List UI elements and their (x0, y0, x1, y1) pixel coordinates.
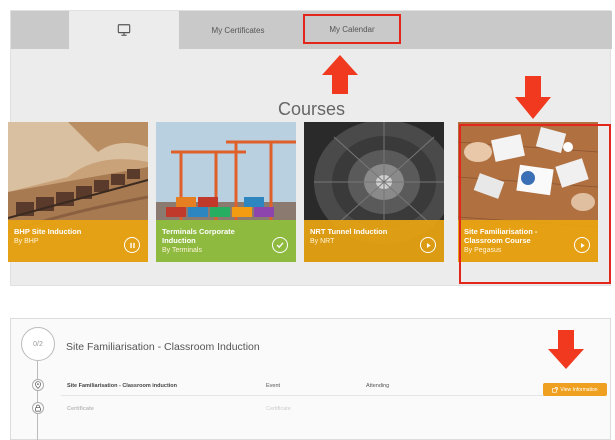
timeline-line (37, 361, 38, 440)
course-caption: NRT Tunnel Induction By NRT (304, 220, 444, 262)
course-card-nrt[interactable]: NRT Tunnel Induction By NRT (304, 122, 444, 262)
external-link-icon (552, 386, 559, 393)
annotation-arrow-up-shaft (332, 74, 348, 94)
tab-home[interactable] (69, 11, 179, 49)
annotation-highlight-box (459, 124, 611, 284)
list-item[interactable]: Site Familiarisation - Classroom inducti… (61, 376, 606, 396)
view-information-button[interactable]: View Information (543, 383, 607, 396)
course-detail-panel: 0/2 Site Familiarisation - Classroom Ind… (10, 318, 611, 440)
lock-icon (32, 402, 44, 414)
course-provider: By NRT (310, 238, 335, 245)
course-detail-heading: Site Familiarisation - Classroom Inducti… (66, 341, 260, 353)
item-type: Event (266, 382, 281, 389)
progress-indicator: 0/2 (21, 327, 55, 361)
course-card-bhp[interactable]: BHP Site Induction By BHP (8, 122, 148, 262)
tab-my-calendar[interactable]: My Calendar (303, 14, 401, 44)
list-item: Certificate Certificate (61, 399, 606, 419)
view-information-label: View Information (560, 386, 598, 393)
course-caption: BHP Site Induction By BHP (8, 220, 148, 262)
location-pin-icon (32, 379, 44, 391)
course-provider: By BHP (14, 238, 39, 245)
pause-icon[interactable] (124, 237, 140, 253)
tab-my-certificates[interactable]: My Certificates (179, 11, 297, 49)
course-title: NRT Tunnel Induction (310, 227, 388, 236)
tab-bar: My Certificates My Calendar (11, 11, 612, 49)
item-status: Attending (366, 382, 390, 389)
item-type: Certificate (266, 406, 291, 412)
course-title: BHP Site Induction (14, 227, 82, 236)
annotation-arrow-down-head (515, 97, 551, 119)
course-provider: By Terminals (162, 247, 202, 254)
play-icon[interactable] (420, 237, 436, 253)
annotation-arrow-up-head (322, 55, 358, 75)
item-name: Certificate (67, 406, 94, 412)
annotation-arrow-down-head (548, 349, 584, 369)
course-caption: Terminals Corporate Induction By Termina… (156, 220, 296, 262)
course-title: Terminals Corporate Induction (162, 227, 235, 245)
check-icon[interactable] (272, 237, 288, 253)
monitor-icon (117, 24, 131, 36)
annotation-arrow-down-shaft (525, 76, 541, 98)
item-name: Site Familiarisation - Classroom inducti… (67, 382, 178, 389)
annotation-arrow-down-shaft (558, 330, 574, 350)
course-card-terminals[interactable]: Terminals Corporate Induction By Termina… (156, 122, 296, 262)
